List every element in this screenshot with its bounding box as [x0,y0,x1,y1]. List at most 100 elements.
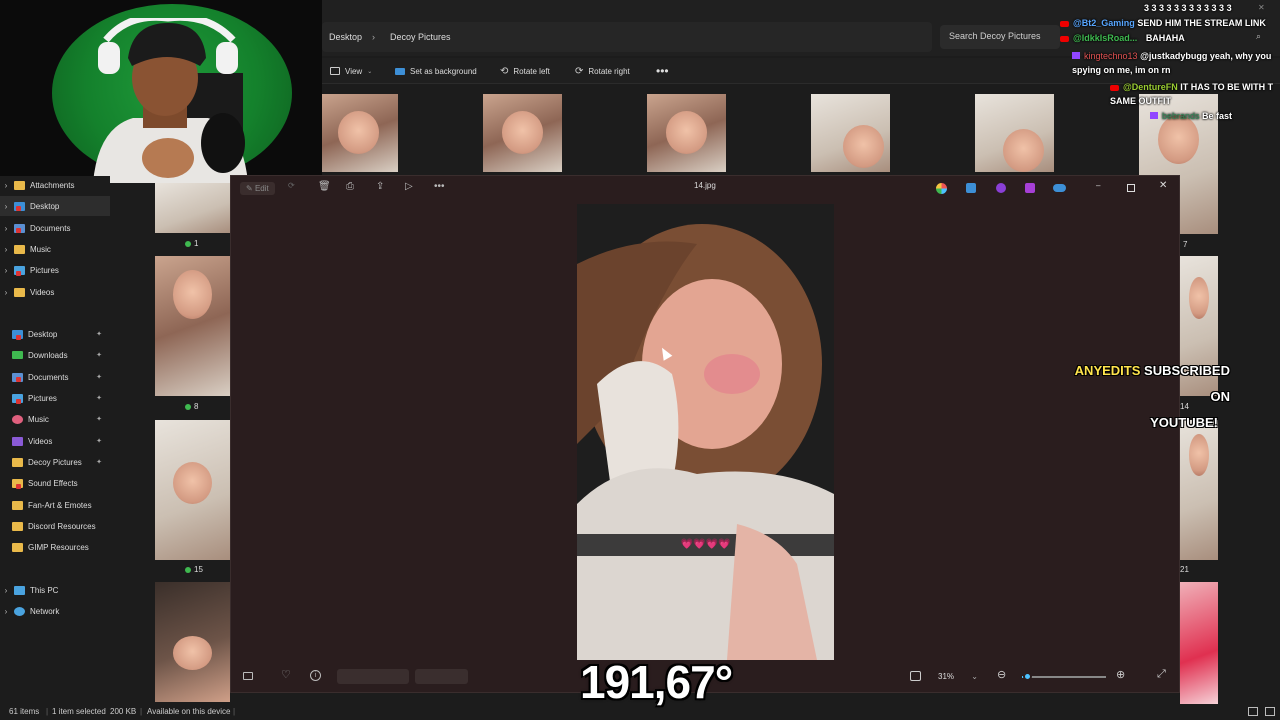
status-availability: Available on this device [147,707,231,716]
quick-access-label: Music [28,414,49,424]
share-icon[interactable]: ⇪ [376,181,384,192]
quick-access-label: Decoy Pictures [28,457,82,467]
set-as-background-button[interactable]: Set as background [395,64,477,78]
thumbnail[interactable] [155,256,230,396]
pin-icon: ✦ [96,438,102,445]
chevron-right-icon: › [4,201,8,211]
more-options-icon[interactable]: ••• [656,64,669,78]
quick-access-downloads[interactable]: Downloads ✦ [0,345,110,365]
twitch-icon [1150,112,1158,119]
zoom-out-icon[interactable]: ⊖ [997,668,1006,681]
rotate-right-icon: ⟳ [575,65,584,77]
thumbnail[interactable] [811,94,890,172]
subscriber-alert: ANYEDITS SUBSCRIBED ON YOUTUBE! [1060,358,1230,436]
quick-access-fan-art[interactable]: Fan-Art & Emotes [0,495,110,515]
breadcrumb-decoy-pictures[interactable]: Decoy Pictures [390,32,451,42]
folder-icon [14,180,25,190]
quick-access-label: Videos [28,436,53,446]
minimize-icon[interactable]: – [1096,181,1100,190]
breadcrumb-desktop[interactable]: Desktop [329,32,362,42]
maximize-icon[interactable] [1127,184,1135,192]
sidebar-item-label: Documents [30,223,71,233]
chevron-down-icon: ⌄ [971,672,978,681]
search-icon[interactable]: ⌕ [1256,31,1261,42]
subscriber-name: ANYEDITS [1074,363,1141,378]
designer-icon[interactable] [966,183,976,193]
sidebar-item-label: Videos [30,287,55,297]
synced-icon [185,403,191,410]
thumbnail[interactable] [483,94,562,172]
clipchamp-icon[interactable] [996,183,1006,193]
filmstrip-icon[interactable] [243,672,253,680]
sidebar-item-videos[interactable]: › Videos [0,282,110,302]
sidebar-item-network[interactable]: › Network [0,601,110,621]
thumbnail[interactable] [155,420,230,560]
youtube-icon [1110,84,1119,91]
rotate-right-label: Rotate right [588,66,630,76]
slideshow-icon[interactable]: ▷ [405,181,413,192]
tiles-view-icon[interactable] [1265,707,1275,716]
more-options-icon[interactable]: ••• [434,181,445,192]
search-input[interactable]: Search Decoy Pictures [940,25,1060,49]
details-view-icon[interactable] [1248,707,1258,716]
info-icon[interactable]: i [310,670,321,681]
rotate-right-button[interactable]: ⟳ Rotate right [575,64,630,78]
music-icon [12,414,23,424]
thumbnail[interactable] [647,94,726,172]
print-icon[interactable]: ⎙ [346,181,354,192]
sidebar-item-pictures[interactable]: › Pictures [0,260,110,280]
delete-icon[interactable]: 🗑 [318,181,331,192]
quick-access-decoy-pictures[interactable]: Decoy Pictures ✦ [0,452,110,472]
quick-access-videos[interactable]: Videos ✦ [0,431,110,451]
thumbnail[interactable] [155,582,230,702]
thumbnail[interactable] [319,94,398,172]
rotate-left-label: Rotate left [513,66,550,76]
chevron-right-icon: › [4,287,8,297]
sidebar-item-this-pc[interactable]: › This PC [0,580,110,600]
zoom-select[interactable]: 31% ⌄ [932,669,986,684]
computer-icon [14,585,25,595]
edit-button[interactable]: ✎ Edit [240,182,275,195]
zoom-slider-thumb[interactable] [1023,672,1032,681]
status-item-count: 61 items [9,707,40,716]
video-editor-icon[interactable] [1025,183,1035,193]
quick-access-music[interactable]: Music ✦ [0,409,110,429]
chevron-right-icon: › [4,244,8,254]
thumbnail[interactable] [1180,420,1218,560]
quick-access-gimp-resources[interactable]: GIMP Resources [0,537,110,557]
sidebar-item-label: This PC [30,585,59,595]
quick-access-pictures[interactable]: Pictures ✦ [0,388,110,408]
sync-error-icon [16,484,21,489]
zoom-slider-track[interactable] [1022,676,1106,678]
sidebar-item-music[interactable]: › Music [0,239,110,259]
sync-error-icon [16,377,21,382]
photo-canvas[interactable] [577,204,834,660]
rotate-icon[interactable]: ⟳ [288,181,295,190]
favorite-icon[interactable]: ♡ [281,668,291,681]
quick-access-label: Discord Resources [28,521,96,531]
onedrive-icon[interactable] [1053,184,1066,192]
synced-icon [185,566,191,573]
zoom-in-icon[interactable]: ⊕ [1116,668,1125,681]
close-icon[interactable]: ✕ [1258,3,1265,12]
quick-access-discord-resources[interactable]: Discord Resources [0,516,110,536]
sidebar-item-label: Desktop [30,201,60,211]
copilot-icon[interactable] [936,183,947,194]
close-icon[interactable]: ✕ [1159,180,1167,191]
thumbnail[interactable] [1180,582,1218,704]
view-button[interactable]: View ⌄ [330,64,372,78]
rotate-left-button[interactable]: ⟲ Rotate left [500,64,550,78]
sidebar-item-attachments[interactable]: › Attachments [0,175,110,195]
thumbnail[interactable] [975,94,1054,172]
thumbnail[interactable] [155,183,230,233]
pin-icon: ✦ [96,416,102,423]
rotate-left-icon: ⟲ [500,65,509,77]
edit-icon: ✎ [246,184,253,193]
quick-access-desktop[interactable]: Desktop ✦ [0,324,110,344]
quick-access-sound-effects[interactable]: Sound Effects [0,473,110,493]
folder-icon [12,500,23,510]
status-selected: 1 item selected [52,707,106,716]
fit-to-window-icon[interactable] [910,671,921,681]
alert-text: YOUTUBE! [1150,415,1218,430]
fullscreen-icon[interactable]: ⤢ [1157,668,1166,681]
